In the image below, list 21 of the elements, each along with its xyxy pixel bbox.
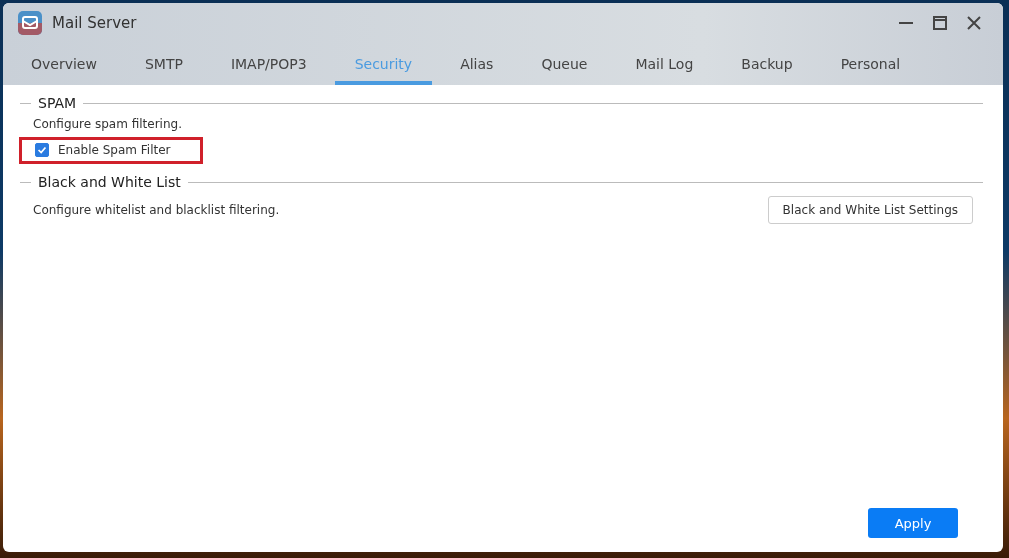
checkbox[interactable] (35, 143, 49, 157)
section-title: Black and White List (38, 174, 181, 190)
tab[interactable]: Backup (721, 43, 813, 85)
mail-app-icon (18, 11, 42, 35)
close-icon[interactable] (966, 15, 982, 31)
section-description: Configure whitelist and blacklist filtering. (33, 203, 280, 217)
tab[interactable]: Mail Log (615, 43, 714, 85)
tab[interactable]: Queue (521, 43, 608, 85)
settings-button[interactable]: Black and White List Settings (767, 196, 973, 224)
tab[interactable]: Personal (820, 43, 921, 85)
checkmark-icon (36, 144, 48, 156)
tab[interactable]: Alias (440, 43, 514, 85)
checkbox-label[interactable]: Enable Spam Filter (58, 143, 171, 157)
window-title: Mail Server (52, 14, 137, 32)
maximize-icon[interactable] (932, 15, 948, 31)
section-description: Configure spam filtering. (33, 117, 182, 131)
tab[interactable]: SMTP (124, 43, 203, 85)
tab[interactable]: IMAP/POP3 (210, 43, 327, 85)
apply-button[interactable]: Apply (868, 508, 958, 538)
section-title: SPAM (38, 95, 77, 111)
tab[interactable]: Overview (11, 43, 117, 85)
